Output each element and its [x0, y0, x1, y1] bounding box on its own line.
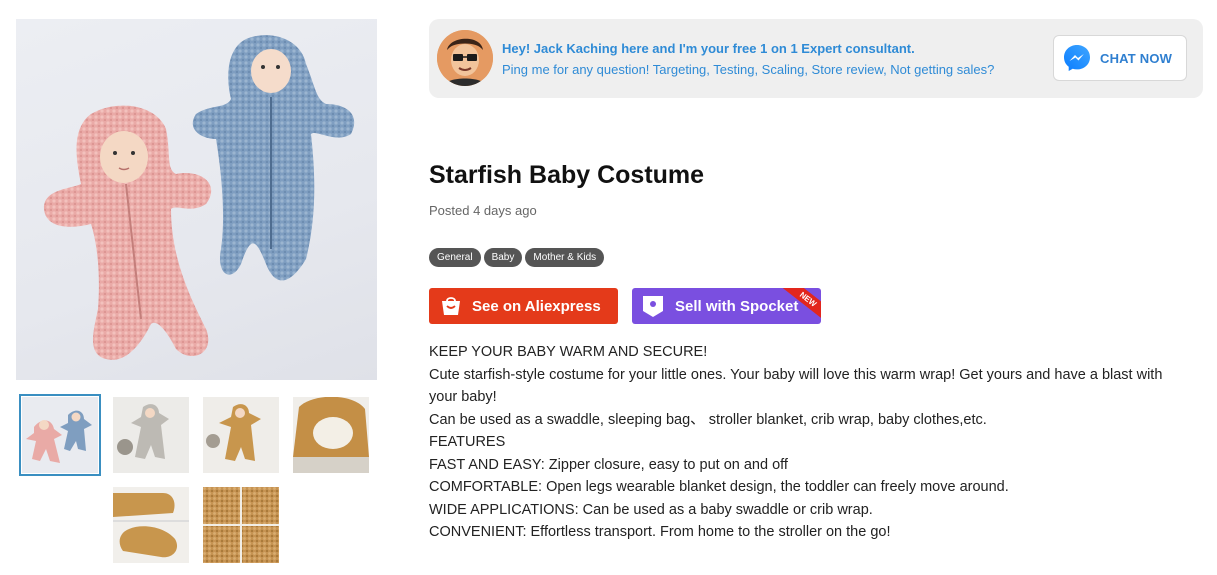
product-photo	[43, 35, 355, 360]
product-description: KEEP YOUR BABY WARM AND SECURE! Cute sta…	[429, 341, 1189, 544]
thumbnail-6[interactable]	[203, 487, 279, 563]
chat-now-button[interactable]: CHAT NOW	[1053, 35, 1187, 81]
thumbnail-fabric-image	[203, 487, 279, 563]
description-line: CONVENIENT: Effortless transport. From h…	[429, 524, 891, 540]
consultant-avatar	[437, 30, 493, 86]
tag-list: General Baby Mother & Kids	[429, 248, 605, 267]
product-main-image[interactable]	[16, 19, 377, 380]
description-line: FEATURES	[429, 434, 506, 450]
chat-now-label: CHAT NOW	[1100, 50, 1173, 66]
tag-baby[interactable]: Baby	[483, 248, 523, 267]
thumbnail-3[interactable]	[203, 397, 279, 473]
description-line: WIDE APPLICATIONS: Can be used as a baby…	[429, 501, 873, 518]
description-line: Cute starfish-style costume for your lit…	[429, 366, 1163, 406]
thumbnail-2[interactable]	[113, 397, 189, 473]
aliexpress-icon	[442, 297, 460, 315]
thumbnail-1[interactable]	[19, 394, 101, 476]
sell-with-spocket-button[interactable]: Sell with Spocket NEW	[632, 288, 821, 324]
see-on-aliexpress-button[interactable]: See on Aliexpress	[429, 288, 618, 324]
tag-mother-kids[interactable]: Mother & Kids	[525, 248, 605, 267]
consultant-banner: Hey! Jack Kaching here and I'm your free…	[429, 19, 1203, 98]
thumbnail-brown-image	[203, 397, 279, 473]
spocket-label: Sell with Spocket	[675, 297, 799, 315]
description-line: KEEP YOUR BABY WARM AND SECURE!	[429, 344, 708, 360]
aliexpress-label: See on Aliexpress	[472, 297, 601, 315]
tag-general[interactable]: General	[429, 248, 481, 267]
description-line: COMFORTABLE: Open legs wearable blanket …	[429, 479, 1009, 495]
posted-date: Posted 4 days ago	[429, 203, 537, 218]
spocket-icon	[643, 296, 663, 317]
messenger-icon	[1064, 45, 1090, 71]
thumbnail-foot-image	[113, 487, 189, 563]
product-title: Starfish Baby Costume	[429, 161, 705, 189]
thumbnail-grey-image	[113, 397, 189, 473]
thumbnail-hood-image	[293, 397, 369, 473]
description-line: FAST AND EASY: Zipper closure, easy to p…	[429, 456, 788, 473]
thumbnail-pink-blue-image	[22, 397, 98, 473]
banner-greeting: Hey! Jack Kaching here and I'm your free…	[502, 41, 915, 56]
thumbnail-5[interactable]	[113, 487, 189, 563]
description-line: Can be used as a swaddle, sleeping bag、 …	[429, 411, 987, 428]
banner-subtext: Ping me for any question! Targeting, Tes…	[502, 62, 995, 77]
thumbnail-4[interactable]	[293, 397, 369, 473]
